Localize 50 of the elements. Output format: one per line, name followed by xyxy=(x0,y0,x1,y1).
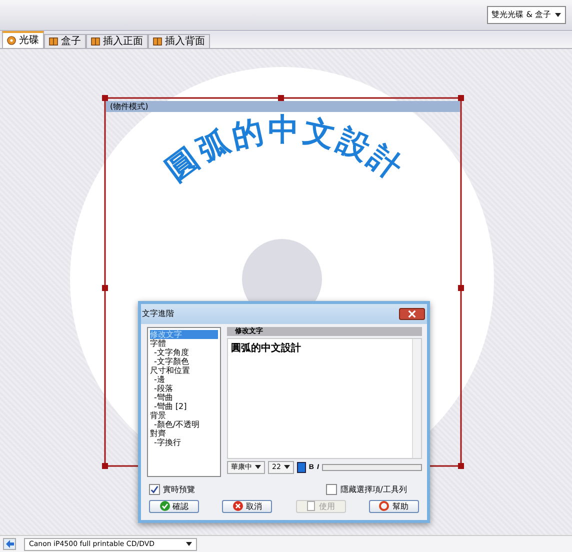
close-icon xyxy=(408,310,416,318)
arc-text[interactable]: 圓弧的中文設計 xyxy=(159,112,411,188)
layout-dropdown[interactable]: 雙光光碟 & 盒子 xyxy=(486,6,566,24)
checkbox[interactable]: 實時預覽 xyxy=(149,484,195,495)
caret-icon xyxy=(255,465,261,470)
check-icon xyxy=(160,501,170,512)
tree-item[interactable]: 字體 xyxy=(150,338,218,348)
resize-handle[interactable] xyxy=(102,462,108,469)
tree-item[interactable]: 對齊 xyxy=(150,428,218,438)
dialog-button[interactable]: 幫助 xyxy=(368,500,419,513)
tree-item[interactable]: -文字顏色 xyxy=(150,356,218,366)
tab[interactable]: 光碟 xyxy=(2,30,44,48)
tab[interactable]: 插入背面 xyxy=(148,34,210,48)
text-input-field[interactable]: 圓弧的中文設計 xyxy=(227,338,422,459)
scrollbar[interactable] xyxy=(412,338,421,458)
tab[interactable]: 插入正面 xyxy=(86,34,148,48)
tab[interactable]: 盒子 xyxy=(44,34,86,48)
tree-item[interactable]: -彎曲 [2] xyxy=(150,402,218,411)
book-icon xyxy=(49,36,58,46)
checkbox[interactable]: 隱藏選擇項/工具列 xyxy=(326,484,407,495)
tree-item[interactable]: 尺寸和位置 xyxy=(150,366,218,375)
dialog-button[interactable]: 確認 xyxy=(149,500,199,513)
tree-item[interactable]: -邊 xyxy=(150,374,218,384)
close-button[interactable] xyxy=(399,308,425,320)
caret-icon xyxy=(555,12,561,17)
resize-handle[interactable] xyxy=(102,94,108,101)
lifebuoy-icon xyxy=(379,501,390,512)
checkmark-icon xyxy=(150,484,159,494)
arrow-left-icon xyxy=(4,539,14,550)
tree-item[interactable]: -文字角度 xyxy=(150,348,218,357)
tree-item[interactable]: -顏色/不透明 xyxy=(150,420,218,429)
color-swatch[interactable] xyxy=(296,462,306,473)
back-button[interactable] xyxy=(3,538,16,550)
book-icon xyxy=(91,36,100,46)
document-icon xyxy=(306,501,316,512)
cancel-icon xyxy=(232,501,243,512)
tree-item[interactable]: -字換行 xyxy=(150,438,218,447)
resize-handle[interactable] xyxy=(458,94,464,101)
resize-handle[interactable] xyxy=(458,462,464,469)
slider-fill[interactable] xyxy=(322,464,421,470)
caret-icon xyxy=(284,465,290,470)
tree-item[interactable]: 背景 xyxy=(150,410,218,420)
disc-icon xyxy=(7,36,16,45)
dialog-title: 文字進階 xyxy=(142,308,174,320)
dialog-button[interactable]: 取消 xyxy=(222,500,272,513)
tree-item[interactable]: -段落 xyxy=(150,384,218,393)
book-icon xyxy=(153,36,162,46)
tree-item[interactable]: -彎曲 xyxy=(150,392,218,402)
mode-label: (物件模式) xyxy=(110,102,148,111)
caret-icon xyxy=(186,542,192,546)
